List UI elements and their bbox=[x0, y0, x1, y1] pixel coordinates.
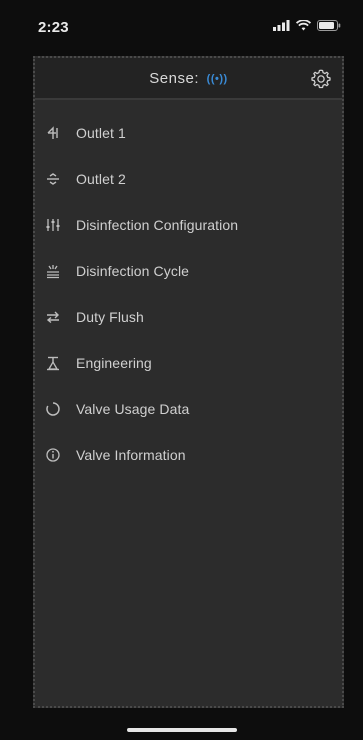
disinfection-cycle-icon bbox=[44, 262, 62, 280]
menu-item-valve-information[interactable]: Valve Information bbox=[35, 432, 342, 478]
gear-icon bbox=[311, 69, 331, 89]
menu-item-outlet-2[interactable]: Outlet 2 bbox=[35, 156, 342, 202]
menu-item-label: Outlet 1 bbox=[76, 125, 126, 141]
battery-icon bbox=[317, 20, 341, 31]
phone-screen: 2:23 Sense: ((•)) Outlet 1 Outlet 2 Disi… bbox=[0, 0, 363, 740]
outlet-2-icon bbox=[44, 170, 62, 188]
menu-item-label: Valve Information bbox=[76, 447, 186, 463]
header-title: Sense: ((•)) bbox=[35, 70, 342, 87]
header-title-text: Sense: bbox=[149, 70, 199, 87]
menu-item-disinfection-configuration[interactable]: Disinfection Configuration bbox=[35, 202, 342, 248]
sliders-icon bbox=[44, 216, 62, 234]
app-header: Sense: ((•)) bbox=[35, 58, 342, 100]
menu-item-label: Duty Flush bbox=[76, 309, 144, 325]
menu-item-label: Engineering bbox=[76, 355, 152, 371]
wifi-icon bbox=[296, 20, 311, 31]
app-panel: Sense: ((•)) Outlet 1 Outlet 2 Disinfect… bbox=[33, 56, 344, 708]
flush-arrows-icon bbox=[44, 308, 62, 326]
settings-button[interactable] bbox=[310, 68, 332, 90]
status-icons bbox=[273, 20, 341, 31]
status-bar: 2:23 bbox=[0, 0, 363, 50]
outlet-1-icon bbox=[44, 124, 62, 142]
menu-item-label: Disinfection Configuration bbox=[76, 217, 239, 233]
menu-item-label: Disinfection Cycle bbox=[76, 263, 190, 279]
sense-connection-icon: ((•)) bbox=[206, 73, 228, 85]
menu-item-disinfection-cycle[interactable]: Disinfection Cycle bbox=[35, 248, 342, 294]
usage-ring-icon bbox=[44, 400, 62, 418]
home-indicator[interactable] bbox=[127, 728, 237, 732]
menu-item-valve-usage-data[interactable]: Valve Usage Data bbox=[35, 386, 342, 432]
menu-item-label: Outlet 2 bbox=[76, 171, 126, 187]
status-time: 2:23 bbox=[38, 19, 69, 36]
engineering-icon bbox=[44, 354, 62, 372]
menu-item-duty-flush[interactable]: Duty Flush bbox=[35, 294, 342, 340]
menu-item-outlet-1[interactable]: Outlet 1 bbox=[35, 110, 342, 156]
menu-item-label: Valve Usage Data bbox=[76, 401, 190, 417]
info-icon bbox=[44, 446, 62, 464]
menu-item-engineering[interactable]: Engineering bbox=[35, 340, 342, 386]
main-menu: Outlet 1 Outlet 2 Disinfection Configura… bbox=[35, 110, 342, 478]
signal-icon bbox=[273, 20, 290, 31]
